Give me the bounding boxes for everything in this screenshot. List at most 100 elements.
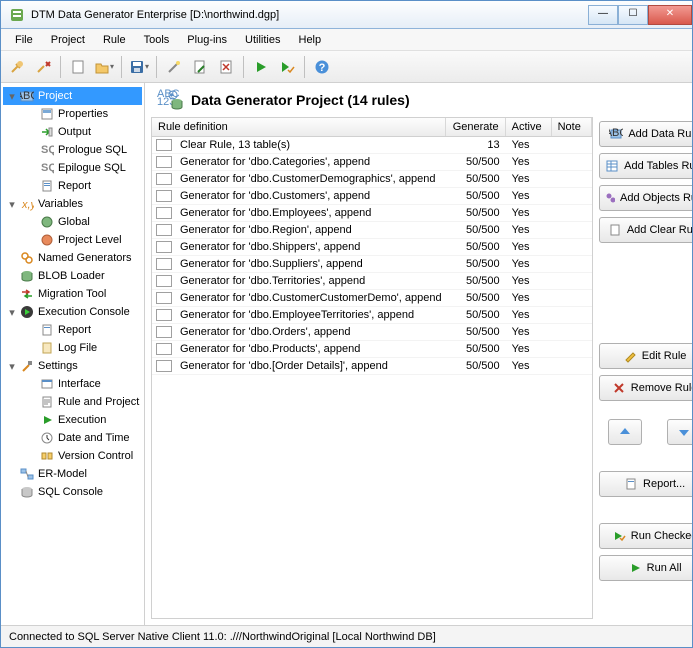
- tree-report[interactable]: Report: [23, 177, 142, 195]
- table-row[interactable]: Generator for 'dbo.Products', append50/5…: [152, 341, 592, 358]
- row-checkbox[interactable]: [156, 139, 172, 151]
- tree-variables[interactable]: ▾x,yVariables: [3, 195, 142, 213]
- tree-interface[interactable]: Interface: [23, 375, 142, 393]
- table-row[interactable]: Generator for 'dbo.Suppliers', append50/…: [152, 256, 592, 273]
- add-objects-rule-button[interactable]: Add Objects Rule: [599, 185, 692, 211]
- menu-plugins[interactable]: Plug-ins: [179, 32, 235, 48]
- row-checkbox[interactable]: [156, 275, 172, 287]
- minimize-button[interactable]: —: [588, 5, 618, 25]
- open-icon[interactable]: ▾: [92, 55, 116, 79]
- menu-file[interactable]: File: [7, 32, 41, 48]
- tree-output[interactable]: Output: [23, 123, 142, 141]
- row-checkbox[interactable]: [156, 156, 172, 168]
- globe-icon: [39, 214, 55, 230]
- table-row[interactable]: Generator for 'dbo.Customers', append50/…: [152, 188, 592, 205]
- generators-icon: [19, 250, 35, 266]
- tree-project-level[interactable]: Project Level: [23, 231, 142, 249]
- row-checkbox[interactable]: [156, 190, 172, 202]
- tree-blob-loader[interactable]: BLOB Loader: [3, 267, 142, 285]
- row-checkbox[interactable]: [156, 309, 172, 321]
- svg-text:ABC: ABC: [20, 90, 34, 102]
- tree-rule-and-project[interactable]: Rule and Project: [23, 393, 142, 411]
- tree-prologue-sql[interactable]: SQLPrologue SQL: [23, 141, 142, 159]
- menu-help[interactable]: Help: [291, 32, 330, 48]
- row-definition: Generator for 'dbo.[Order Details]', app…: [176, 360, 446, 372]
- project-header-icon: ABC123: [155, 89, 183, 111]
- run-checked-button[interactable]: Run Checked: [599, 523, 692, 549]
- connect-icon[interactable]: [5, 55, 29, 79]
- close-button[interactable]: ✕: [648, 5, 692, 25]
- table-row[interactable]: Generator for 'dbo.Region', append50/500…: [152, 222, 592, 239]
- table-row[interactable]: Generator for 'dbo.EmployeeTerritories',…: [152, 307, 592, 324]
- er-model-icon: [19, 466, 35, 482]
- move-down-button[interactable]: [667, 419, 692, 445]
- save-icon[interactable]: ▾: [127, 55, 151, 79]
- row-checkbox[interactable]: [156, 207, 172, 219]
- report-button[interactable]: Report...: [599, 471, 692, 497]
- clear-icon[interactable]: [214, 55, 238, 79]
- run-all-button[interactable]: Run All: [599, 555, 692, 581]
- tree-execution-console[interactable]: ▾Execution Console: [3, 303, 142, 321]
- disconnect-icon[interactable]: [31, 55, 55, 79]
- table-row[interactable]: Generator for 'dbo.Categories', append50…: [152, 154, 592, 171]
- menu-utilities[interactable]: Utilities: [237, 32, 288, 48]
- help-icon[interactable]: ?: [310, 55, 334, 79]
- tree-settings[interactable]: ▾Settings: [3, 357, 142, 375]
- move-up-button[interactable]: [608, 419, 642, 445]
- add-data-rule-button[interactable]: ABCAdd Data Rule: [599, 121, 692, 147]
- row-definition: Generator for 'dbo.Categories', append: [176, 156, 446, 168]
- tree-execution[interactable]: Execution: [23, 411, 142, 429]
- tree-properties[interactable]: Properties: [23, 105, 142, 123]
- add-clear-rule-button[interactable]: Add Clear Rule: [599, 217, 692, 243]
- table-row[interactable]: Generator for 'dbo.Orders', append50/500…: [152, 324, 592, 341]
- row-checkbox[interactable]: [156, 292, 172, 304]
- table-row[interactable]: Generator for 'dbo.[Order Details]', app…: [152, 358, 592, 375]
- run-icon[interactable]: [249, 55, 273, 79]
- tree-sql-console[interactable]: SQL Console: [3, 483, 142, 501]
- execution-icon: [39, 412, 55, 428]
- table-row[interactable]: Generator for 'dbo.CustomerCustomerDemo'…: [152, 290, 592, 307]
- maximize-button[interactable]: ☐: [618, 5, 648, 25]
- tree-named-generators[interactable]: Named Generators: [3, 249, 142, 267]
- add-tables-rule-button[interactable]: Add Tables Rule: [599, 153, 692, 179]
- rules-grid: Rule definition Generate Active Note Cle…: [151, 117, 593, 619]
- edit-doc-icon[interactable]: [188, 55, 212, 79]
- tree-epilogue-sql[interactable]: SQLEpilogue SQL: [23, 159, 142, 177]
- sql-icon: SQL: [39, 142, 55, 158]
- row-checkbox[interactable]: [156, 326, 172, 338]
- table-row[interactable]: Generator for 'dbo.Territories', append5…: [152, 273, 592, 290]
- tree-er-model[interactable]: ER-Model: [3, 465, 142, 483]
- table-row[interactable]: Clear Rule, 13 table(s)13Yes: [152, 137, 592, 154]
- tree-migration-tool[interactable]: Migration Tool: [3, 285, 142, 303]
- wizard-icon[interactable]: [162, 55, 186, 79]
- row-checkbox[interactable]: [156, 360, 172, 372]
- run-checked-icon[interactable]: [275, 55, 299, 79]
- tree-exec-report[interactable]: Report: [23, 321, 142, 339]
- row-generate: 50/500: [446, 156, 506, 168]
- table-row[interactable]: Generator for 'dbo.Employees', append50/…: [152, 205, 592, 222]
- tree-project[interactable]: ▾ABCProject: [3, 87, 142, 105]
- col-header-active[interactable]: Active: [506, 118, 552, 136]
- new-icon[interactable]: [66, 55, 90, 79]
- col-header-definition[interactable]: Rule definition: [152, 118, 446, 136]
- col-header-note[interactable]: Note: [552, 118, 592, 136]
- table-row[interactable]: Generator for 'dbo.Shippers', append50/5…: [152, 239, 592, 256]
- report-icon: [39, 178, 55, 194]
- tree-date-and-time[interactable]: Date and Time: [23, 429, 142, 447]
- edit-rule-button[interactable]: Edit Rule: [599, 343, 692, 369]
- row-checkbox[interactable]: [156, 173, 172, 185]
- row-checkbox[interactable]: [156, 241, 172, 253]
- col-header-generate[interactable]: Generate: [446, 118, 506, 136]
- tree-version-control[interactable]: Version Control: [23, 447, 142, 465]
- menu-tools[interactable]: Tools: [136, 32, 178, 48]
- table-row[interactable]: Generator for 'dbo.CustomerDemographics'…: [152, 171, 592, 188]
- row-checkbox[interactable]: [156, 258, 172, 270]
- tree-log-file[interactable]: Log File: [23, 339, 142, 357]
- menu-project[interactable]: Project: [43, 32, 93, 48]
- menu-rule[interactable]: Rule: [95, 32, 134, 48]
- remove-rule-button[interactable]: Remove Rule: [599, 375, 692, 401]
- svg-text:SQL: SQL: [41, 144, 54, 156]
- row-checkbox[interactable]: [156, 343, 172, 355]
- row-checkbox[interactable]: [156, 224, 172, 236]
- tree-global[interactable]: Global: [23, 213, 142, 231]
